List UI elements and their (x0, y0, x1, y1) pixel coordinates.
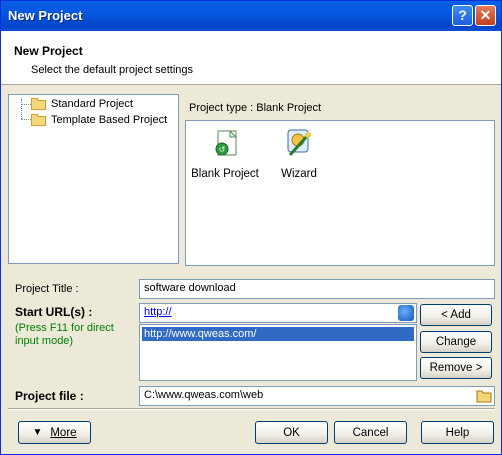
wizard-icon (287, 129, 311, 157)
new-project-dialog: New Project ? ✕ New Project Select the d… (0, 0, 502, 455)
browse-folder-icon[interactable] (476, 388, 492, 403)
more-button[interactable]: ▼ More (18, 421, 91, 444)
ok-button[interactable]: OK (255, 421, 328, 444)
tree-connector (21, 99, 22, 119)
more-label: More (50, 426, 77, 439)
start-url-label: Start URL(s) : (15, 305, 93, 319)
window-title: New Project (8, 8, 83, 23)
close-button[interactable]: ✕ (475, 5, 496, 26)
tree-connector (21, 119, 31, 120)
wizard-item[interactable]: Wizard (271, 127, 327, 180)
project-title-input[interactable]: software download (139, 279, 495, 299)
folder-icon (31, 114, 47, 126)
blank-project-item[interactable]: ↺ Blank Project (191, 127, 259, 180)
svg-text:↺: ↺ (219, 145, 226, 154)
project-title-label: Project Title : (15, 283, 79, 295)
chevron-down-icon: ▼ (32, 427, 43, 438)
start-url-hint: (Press F11 for direct input mode) (15, 322, 114, 347)
help-title-button[interactable]: ? (452, 5, 473, 26)
add-button[interactable]: < Add (420, 304, 492, 326)
dialog-header: New Project Select the default project s… (1, 31, 501, 85)
project-file-label: Project file : (15, 389, 84, 403)
title-bar[interactable]: New Project ? ✕ (1, 1, 501, 31)
header-title: New Project (14, 44, 83, 58)
start-url-input[interactable]: http:// (139, 303, 417, 323)
header-subtitle: Select the default project settings (31, 64, 194, 76)
blank-project-icon: ↺ (215, 130, 238, 156)
remove-button[interactable]: Remove > (420, 357, 492, 379)
tree-item-standard-project[interactable]: Standard Project (31, 96, 133, 112)
project-category-tree[interactable]: Standard Project Template Based Project (8, 94, 179, 264)
tree-item-label: Standard Project (51, 98, 133, 110)
list-item[interactable]: http://www.qweas.com/ (142, 327, 414, 341)
tree-item-template-project[interactable]: Template Based Project (31, 112, 167, 128)
cancel-label: Cancel (352, 426, 389, 439)
wizard-label: Wizard (281, 168, 317, 180)
help-label: Help (445, 426, 470, 439)
change-button[interactable]: Change (420, 331, 492, 353)
start-url-list[interactable]: http://www.qweas.com/ (139, 324, 417, 381)
tree-connector (21, 104, 31, 105)
project-type-list[interactable]: ↺ Blank Project Wizard (185, 120, 495, 266)
project-file-input[interactable]: C:\www.qweas.com\web (139, 386, 495, 406)
project-file-value: C:\www.qweas.com\web (144, 389, 264, 401)
project-type-label: Project type : Blank Project (189, 102, 322, 114)
tree-item-label: Template Based Project (51, 114, 168, 126)
cancel-button[interactable]: Cancel (334, 421, 407, 444)
start-url-value: http:// (144, 306, 172, 318)
blank-project-label: Blank Project (191, 168, 259, 180)
separator (8, 408, 495, 410)
ok-label: OK (283, 426, 300, 439)
folder-icon (31, 98, 47, 110)
help-button[interactable]: Help (421, 421, 494, 444)
browser-icon[interactable] (398, 305, 414, 321)
